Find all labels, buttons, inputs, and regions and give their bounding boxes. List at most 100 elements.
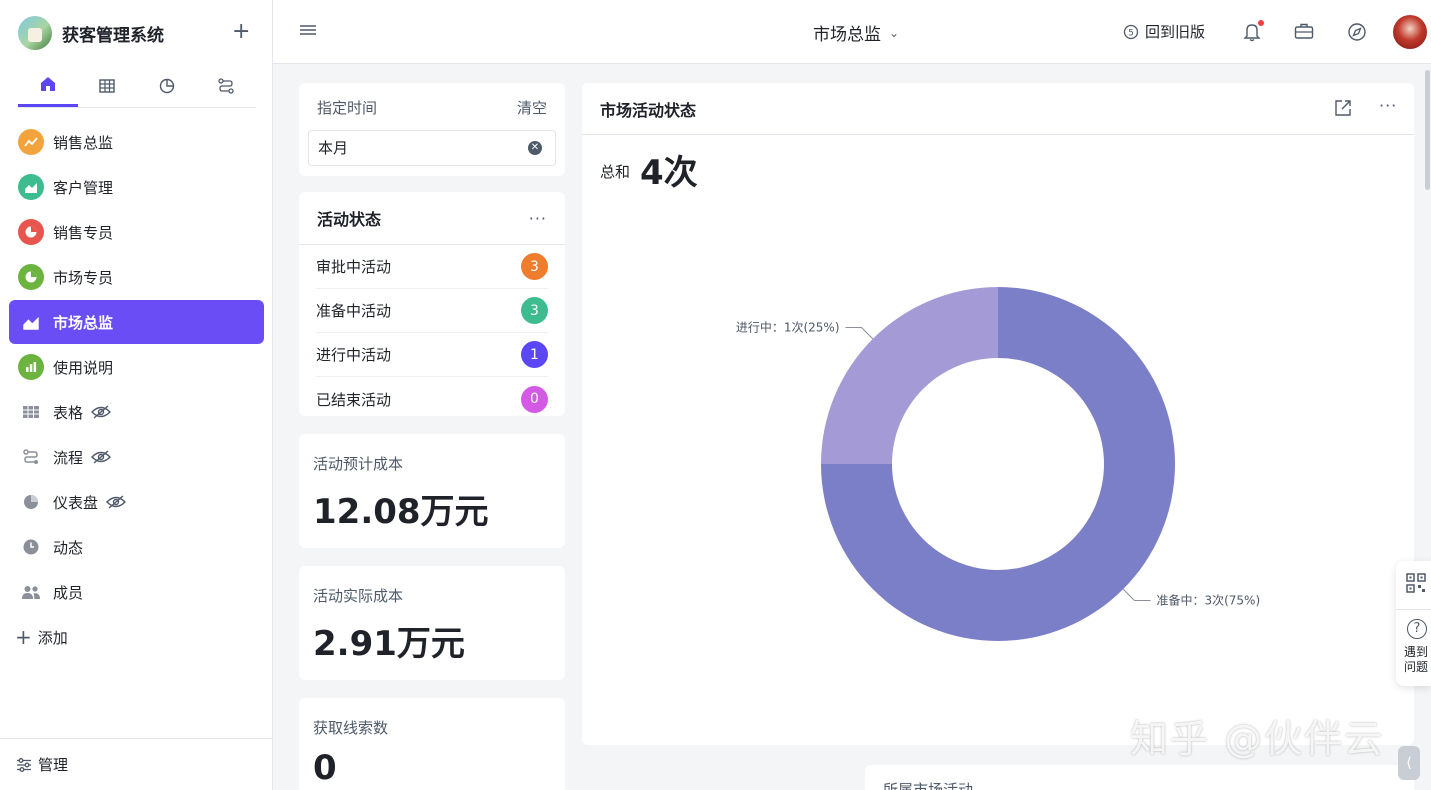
svg-text:5: 5 [1128,28,1134,38]
metric-label: 活动预计成本 [313,455,404,473]
label-leader-line [845,327,874,340]
sidebar-item-instructions[interactable]: 使用说明 [9,345,264,389]
chevron-down-icon: ⌄ [889,25,900,40]
eye-hidden-icon [91,405,112,419]
add-label: 添加 [37,628,68,647]
sidebar-tabs [18,64,256,108]
sidebar-item-activity[interactable]: 动态 [9,525,264,569]
avatar[interactable] [1393,15,1427,49]
sidebar-item-label: 流程 [53,448,84,467]
workbench-button[interactable] [1294,22,1314,44]
add-app-button[interactable]: + [232,20,250,44]
status-label: 进行中活动 [316,346,392,364]
brand[interactable]: 获客管理系统 [18,14,164,52]
donut-chart[interactable]: 准备中：3次(75%) 进行中：1次(25%) [582,83,1414,745]
sidebar-item-label: 销售专员 [53,223,114,242]
tab-flow[interactable] [197,64,257,107]
notification-dot [1258,20,1264,26]
help-icon[interactable]: ? [1407,619,1427,639]
tab-home[interactable] [18,64,78,107]
sidebar-item-table[interactable]: 表格 [9,390,264,434]
list-item[interactable]: 已结束活动 0 [316,377,548,416]
status-label: 准备中活动 [316,302,392,320]
collapse-panel-button[interactable]: ⟨ [1398,746,1420,780]
metric-value: 12.08万元 [313,492,489,532]
notification-button[interactable] [1243,20,1264,46]
sidebar-item-sales-director[interactable]: 销售总监 [9,120,264,164]
plus-icon: + [15,625,32,649]
sidebar-nav: 销售总监 客户管理 销售专员 市场专员 市场总监 使用说明 表格 流程 仪表盘 … [9,120,264,659]
pie-icon [159,78,174,93]
help-label[interactable]: 遇到问题 [1404,645,1430,675]
back-to-old-version-button[interactable]: 5 回到旧版 [1123,21,1205,42]
more-icon[interactable]: ··· [529,209,547,228]
sidebar-item-flow[interactable]: 流程 [9,435,264,479]
label-leader-line [1122,588,1151,601]
topbar: 市场总监 ⌄ 5 回到旧版 [273,0,1431,64]
floating-help-panel: ? 遇到问题 [1396,561,1431,686]
related-activity-card: 所属市场活动 [865,765,1414,790]
page-switcher[interactable]: 市场总监 ⌄ [813,20,899,45]
manage-button[interactable]: 管理 [0,738,272,790]
donut-slice-1[interactable] [821,287,998,464]
flow-icon [218,77,234,94]
list-item[interactable]: 审批中活动 3 [316,245,548,289]
metric-card-estimated-cost[interactable]: 活动预计成本 12.08万元 [299,434,565,548]
slice-label: 准备中：3次(75%) [1156,592,1260,607]
count-badge: 0 [521,385,548,413]
menu-icon[interactable] [299,22,317,41]
count-badge: 1 [521,341,548,368]
sidebar-item-label: 市场专员 [53,268,114,287]
list-item[interactable]: 进行中活动 1 [316,333,548,377]
app-title: 获客管理系统 [62,25,164,46]
explore-button[interactable] [1347,22,1367,46]
qr-code-icon[interactable] [1406,573,1426,597]
pie-icon [18,489,44,515]
app-logo [18,16,52,50]
time-filter-card: 指定时间 清空 本月 ✕ [299,83,565,176]
clock-icon [18,534,44,560]
sidebar-item-label: 市场总监 [53,313,114,332]
members-icon [18,579,44,605]
scrollbar[interactable] [1425,70,1430,190]
metric-value: 0 [313,748,337,788]
sidebar-item-label: 销售总监 [53,133,114,152]
area-chart-icon [18,309,44,335]
metric-card-actual-cost[interactable]: 活动实际成本 2.91万元 [299,566,565,680]
metric-card-leads[interactable]: 获取线索数 0 [299,698,565,790]
sidebar-item-label: 表格 [53,403,84,422]
clear-filter-button[interactable]: 清空 [517,97,547,118]
bar-chart-icon [18,354,44,380]
sidebar-item-label: 仪表盘 [53,493,99,512]
sidebar-item-label: 动态 [53,538,84,557]
sidebar-item-marketing-rep[interactable]: 市场专员 [9,255,264,299]
clear-icon[interactable]: ✕ [528,141,542,155]
card-header: 活动状态 ··· [299,192,565,245]
metric-label: 活动实际成本 [313,587,404,605]
sidebar-item-sales-rep[interactable]: 销售专员 [9,210,264,254]
time-filter-select[interactable]: 本月 ✕ [308,130,556,166]
eye-hidden-icon [106,495,127,509]
sidebar: 获客管理系统 + 销售总监 客户管理 销售专员 市场专员 市场总监 使用说明 表… [0,0,273,790]
eye-hidden-icon [91,450,112,464]
list-item[interactable]: 准备中活动 3 [316,289,548,333]
sidebar-item-label: 客户管理 [53,178,114,197]
tab-table[interactable] [78,64,138,107]
card-title: 所属市场活动 [883,781,974,790]
metric-value: 2.91万元 [313,624,465,664]
manage-label: 管理 [38,756,69,774]
sidebar-item-label: 成员 [53,583,84,602]
sidebar-item-label: 使用说明 [53,358,114,377]
sliders-icon [17,757,31,772]
add-page-button[interactable]: + 添加 [9,615,264,659]
sidebar-item-customers[interactable]: 客户管理 [9,165,264,209]
sidebar-item-members[interactable]: 成员 [9,570,264,614]
flow-icon [18,444,44,470]
sidebar-item-dashboard[interactable]: 仪表盘 [9,480,264,524]
tab-dashboard[interactable] [137,64,197,107]
divider [1396,609,1431,610]
pie-icon [18,264,44,290]
area-chart-icon [18,174,44,200]
page-title: 市场总监 [813,25,881,45]
sidebar-item-marketing-director[interactable]: 市场总监 [9,300,264,344]
